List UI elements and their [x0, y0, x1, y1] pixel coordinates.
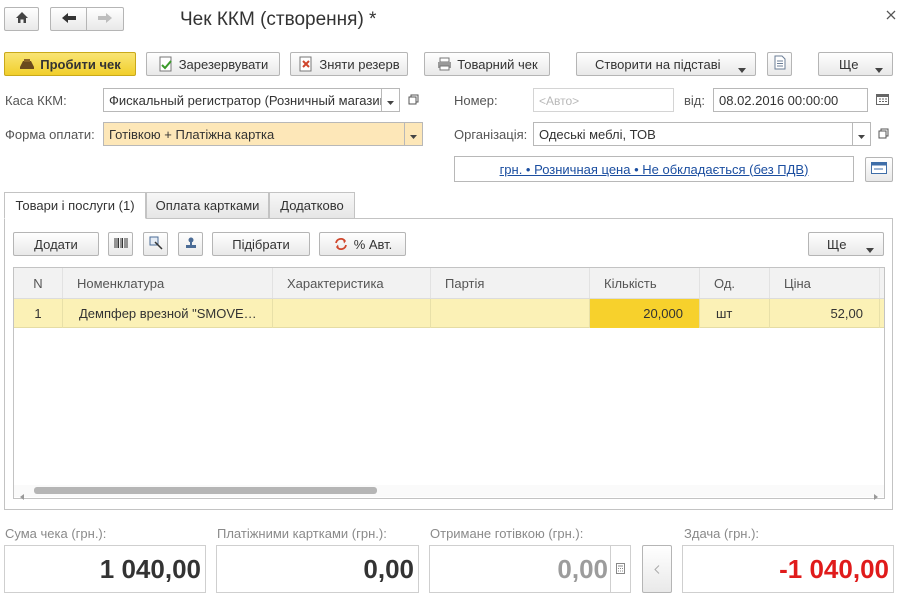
- row-batch[interactable]: [431, 299, 590, 328]
- cash-register-field[interactable]: Фискальный регистратор (Розничный магази…: [103, 88, 382, 112]
- price-settings-box: грн. • Розничная цена • Не обкладається …: [454, 156, 854, 182]
- reserve-icon: [158, 56, 174, 72]
- document-icon: [774, 55, 786, 73]
- printer-icon: [436, 56, 452, 72]
- report-button[interactable]: [767, 52, 792, 76]
- table-more-button[interactable]: Ще: [808, 232, 884, 256]
- column-header-nomenclature[interactable]: Номенклатура: [63, 268, 273, 298]
- stamp-button[interactable]: [178, 232, 203, 256]
- date-field[interactable]: 08.02.2016 00:00:00: [713, 88, 868, 112]
- calculator-button[interactable]: [611, 545, 631, 593]
- check-sum-value: 1 040,00: [4, 545, 206, 593]
- scrollbar-thumb[interactable]: [34, 487, 377, 494]
- open-window-icon: [408, 93, 419, 108]
- scroll-right-icon: [874, 488, 878, 503]
- post-check-button[interactable]: Пробити чек: [4, 52, 136, 76]
- create-based-on-button[interactable]: Створити на підставі: [576, 52, 756, 76]
- home-button[interactable]: [4, 7, 39, 31]
- date-label: від:: [684, 93, 705, 108]
- chevron-left-icon: [654, 562, 660, 577]
- organization-label: Організація:: [454, 127, 528, 142]
- row-price[interactable]: 52,00: [770, 299, 880, 328]
- unreserve-button[interactable]: Зняти резерв: [290, 52, 408, 76]
- chevron-down-icon: [858, 127, 865, 142]
- cash-register-icon: [19, 56, 35, 72]
- number-label: Номер:: [454, 93, 498, 108]
- row-quantity[interactable]: 20,000: [590, 299, 700, 328]
- column-header-batch[interactable]: Партія: [431, 268, 590, 298]
- arrow-left-icon: [61, 12, 77, 27]
- goods-check-button[interactable]: Товарний чек: [424, 52, 550, 76]
- payment-form-field[interactable]: Готівкою + Платіжна картка: [103, 122, 405, 146]
- add-row-button[interactable]: Додати: [13, 232, 99, 256]
- change-value: -1 040,00: [682, 545, 894, 593]
- column-header-n[interactable]: N: [14, 268, 63, 298]
- tab-additional[interactable]: Додатково: [269, 192, 355, 219]
- auto-discount-button[interactable]: % Авт.: [319, 232, 406, 256]
- window-title: Чек ККМ (створення) *: [180, 9, 377, 30]
- close-icon[interactable]: [884, 8, 898, 22]
- row-unit[interactable]: шт: [700, 299, 770, 328]
- arrow-right-icon: [97, 12, 113, 27]
- tab-card-payments[interactable]: Оплата картками: [146, 192, 269, 219]
- more-button[interactable]: Ще: [818, 52, 893, 76]
- column-header-unit[interactable]: Од.: [700, 268, 770, 298]
- calculator-icon: [616, 562, 625, 577]
- check-sum-label: Сума чека (грн.):: [5, 526, 107, 541]
- payment-form-dropdown[interactable]: [405, 122, 423, 146]
- barcode-icon: [114, 236, 128, 253]
- cash-register-open-button[interactable]: [403, 88, 423, 112]
- row-number: 1: [14, 299, 63, 328]
- payment-form-label: Форма оплати:: [5, 127, 95, 142]
- barcode-button[interactable]: [108, 232, 133, 256]
- dropdown-arrow-icon: [875, 61, 883, 76]
- scales-icon: [149, 236, 163, 253]
- price-settings-button[interactable]: [865, 157, 893, 182]
- home-icon: [15, 11, 29, 27]
- pick-button[interactable]: Підібрати: [212, 232, 310, 256]
- organization-field[interactable]: Одеські меблі, ТОВ: [533, 122, 853, 146]
- calendar-button[interactable]: [872, 88, 892, 112]
- organization-dropdown[interactable]: [853, 122, 871, 146]
- settings-card-icon: [871, 162, 887, 177]
- cash-received-field[interactable]: 0,00: [429, 545, 611, 593]
- cash-register-label: Каса ККМ:: [5, 93, 67, 108]
- organization-open-button[interactable]: [873, 122, 893, 146]
- horizontal-scrollbar[interactable]: [14, 485, 884, 500]
- unreserve-icon: [298, 56, 314, 72]
- column-header-quantity[interactable]: Кількість: [590, 268, 700, 298]
- open-window-icon: [878, 127, 889, 142]
- row-nomenclature[interactable]: Демпфер врезной "SMOVE…: [63, 299, 273, 328]
- row-characteristic[interactable]: [273, 299, 431, 328]
- scale-button[interactable]: [143, 232, 168, 256]
- stamp-icon: [184, 236, 198, 253]
- price-settings-link[interactable]: грн. • Розничная цена • Не обкладається …: [500, 162, 809, 177]
- cash-received-label: Отримане готівкою (грн.):: [430, 526, 584, 541]
- tab-goods-and-services[interactable]: Товари і послуги (1): [4, 192, 146, 219]
- cards-value: 0,00: [216, 545, 419, 593]
- forward-button[interactable]: [86, 7, 124, 31]
- column-header-price[interactable]: Ціна: [770, 268, 880, 298]
- cards-label: Платіжними картками (грн.):: [217, 526, 387, 541]
- calendar-icon: [875, 93, 889, 108]
- scroll-left-icon: [20, 488, 24, 503]
- change-label: Здача (грн.):: [684, 526, 760, 541]
- back-button[interactable]: [50, 7, 87, 31]
- chevron-down-icon: [410, 127, 417, 142]
- reserve-button[interactable]: Зарезервувати: [146, 52, 280, 76]
- cash-left-button[interactable]: [642, 545, 672, 593]
- column-header-characteristic[interactable]: Характеристика: [273, 268, 431, 298]
- dropdown-arrow-icon: [738, 61, 746, 76]
- chevron-down-icon: [387, 93, 394, 108]
- refresh-icon: [333, 236, 349, 252]
- number-field[interactable]: <Авто>: [533, 88, 674, 112]
- cash-register-dropdown[interactable]: [382, 88, 400, 112]
- dropdown-arrow-icon: [866, 241, 874, 256]
